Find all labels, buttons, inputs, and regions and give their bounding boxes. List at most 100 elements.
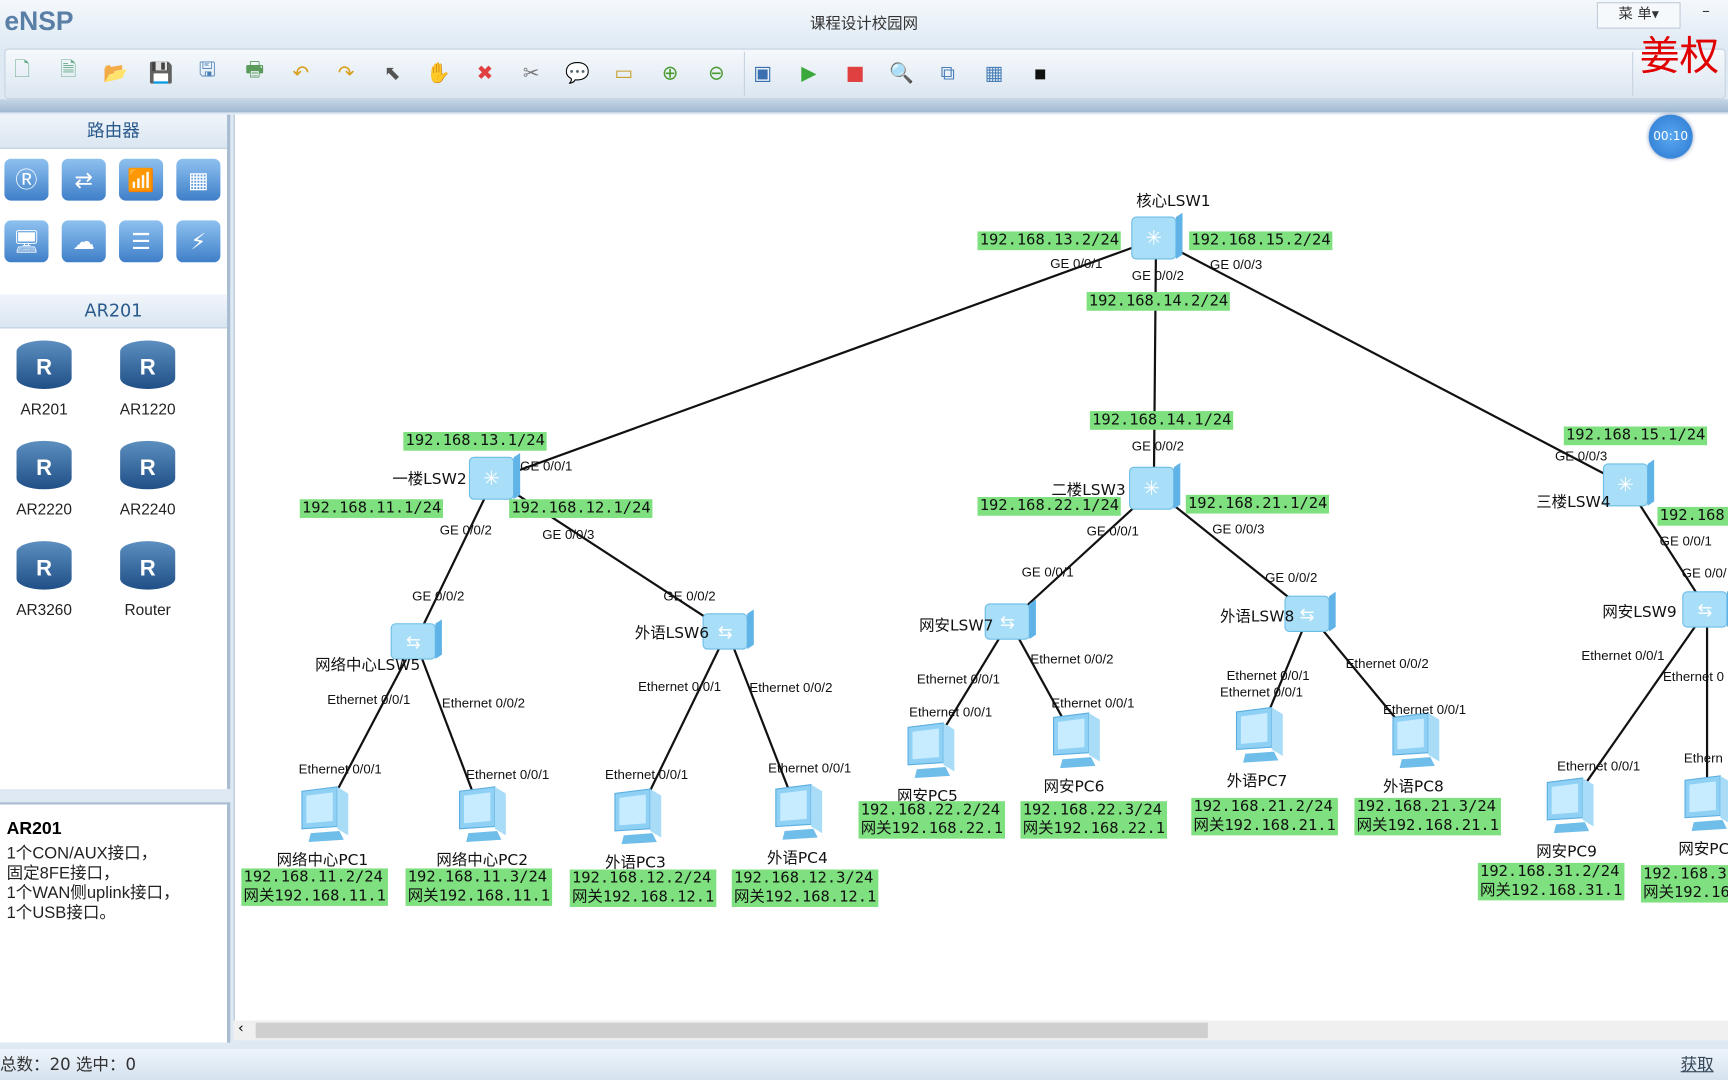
topology-icon[interactable]: ⧉ [933, 58, 962, 87]
port-label: GE 0/0/2 [439, 522, 492, 538]
router-category-icon[interactable]: Ⓡ [4, 158, 49, 201]
pc-icon[interactable] [769, 782, 826, 844]
palette-device-ar1220[interactable]: R AR1220 [104, 340, 192, 418]
capture-icon[interactable]: 🔍 [887, 58, 916, 87]
svg-text:✳: ✳ [1143, 477, 1160, 500]
port-label: Ethernet 0/0/2 [749, 679, 833, 696]
status-bar: 总数：20 选中：0 获取帮 [0, 1049, 1728, 1080]
link[interactable] [493, 238, 1157, 481]
wlan-category-icon[interactable]: 📶 [119, 158, 164, 201]
ip-address-label[interactable]: 192.168.3 网关192.16 [1640, 865, 1728, 903]
ip-address-label[interactable]: 192.168. [1657, 506, 1728, 526]
ip-address-label[interactable]: 192.168.31.2/24 网关192.168.31.1 [1477, 862, 1625, 901]
ip-address-label[interactable]: 192.168.22.2/24 网关192.168.22.1 [858, 801, 1006, 839]
fit-icon[interactable]: ▣ [748, 58, 777, 87]
zoom-in-icon[interactable]: ⊕ [656, 58, 685, 87]
delete-link-icon[interactable]: ✂ [517, 58, 546, 87]
ip-address-label[interactable]: 192.168.12.2/24 网关192.168.12.1 [569, 869, 717, 907]
ip-address-label[interactable]: 192.168.12.1/24 [509, 499, 653, 518]
select-icon[interactable]: ⬉ [378, 58, 407, 87]
new-test-icon[interactable]: 🗎 [54, 58, 83, 87]
switch-category-icon[interactable]: ⇄ [61, 158, 106, 201]
ip-address-label[interactable]: 192.168.11.3/24 网关192.168.11.1 [405, 868, 553, 906]
pc-icon[interactable] [1230, 705, 1287, 767]
port-label: GE 0/0/3 [1212, 521, 1265, 537]
palette-device-ar3260[interactable]: R AR3260 [0, 541, 88, 618]
hand-icon[interactable]: ✋ [424, 58, 453, 87]
delete-icon[interactable]: ✖ [471, 58, 500, 87]
minimize-button[interactable]: – [1684, 2, 1728, 26]
print-icon[interactable]: 🖶 [240, 58, 269, 87]
pc-icon[interactable] [295, 785, 352, 847]
new-topology-icon[interactable]: 🗋 [8, 58, 37, 87]
text-icon[interactable]: 💬 [563, 58, 592, 87]
pc-icon[interactable] [1541, 776, 1598, 838]
switch-label: 网络中心LSW5 [315, 656, 421, 675]
link-icon[interactable]: ⚡ [176, 220, 221, 263]
start-icon[interactable]: ▶ [795, 58, 824, 87]
ip-address-label[interactable]: 192.168.15.2/24 [1189, 231, 1333, 251]
pc-icon[interactable] [1678, 774, 1728, 836]
ip-address-label[interactable]: 192.168.12.3/24 网关192.168.12.1 [731, 869, 879, 907]
save-as-icon[interactable]: 🖫 [193, 58, 222, 87]
palette-device-label: Router [124, 600, 171, 619]
switch-icon[interactable]: ✳ [1127, 208, 1184, 270]
topology-canvas[interactable]: ✳ 核心LSW1 ✳ 一楼LSW2 ✳ 二楼LSW3 ✳ 三楼LSW4 ⇆ 网络中心LSW5 ⇆ 外语… [233, 114, 1728, 1021]
ip-address-label[interactable]: 192.168.21.1/24 [1185, 494, 1330, 514]
palette-device-router[interactable]: R Router [104, 541, 192, 618]
ip-address-label[interactable]: 192.168.22.1/24 [977, 497, 1122, 516]
ip-address-label[interactable]: 192.168.11.2/24 网关192.168.11.1 [241, 868, 389, 906]
ip-address-label[interactable]: 192.168.21.3/24 网关192.168.21.1 [1354, 797, 1502, 836]
status-summary: 总数：20 选中：0 [0, 1054, 136, 1075]
pc-icon[interactable] [901, 721, 958, 783]
redo-icon[interactable]: ↷ [332, 58, 361, 87]
save-icon[interactable]: 💾 [147, 58, 176, 87]
switch-icon[interactable]: ⇆ [1678, 579, 1728, 641]
other-device-icon[interactable]: ☰ [119, 220, 164, 263]
undo-icon[interactable]: ↶ [287, 58, 316, 87]
help-link[interactable]: 获取帮 [1681, 1049, 1728, 1080]
ip-address-label[interactable]: 192.168.14.2/24 [1086, 292, 1231, 311]
toolbar: 🗋 🗎 📂 💾 🖫 🖶 ↶ ↷ ⬉ ✋ ✖ ✂ 💬 ▭ ⊕ ⊖ ▣ ▶ ■ 🔍 ⧉ ▦ ▪ [4, 48, 1726, 100]
palette-device-ar2240[interactable]: R AR2240 [104, 440, 192, 518]
palette-device-label: AR3260 [16, 600, 72, 619]
switch-label: 核心LSW1 [1136, 192, 1211, 211]
palette-device-ar2220[interactable]: R AR2220 [0, 440, 88, 518]
router-icon: R [16, 541, 72, 590]
horizontal-scrollbar[interactable]: ‹ [233, 1020, 1728, 1041]
port-label: Ethernet 0/0/1 [1219, 684, 1304, 700]
pc-label: 外语PC8 [1383, 778, 1444, 796]
pc-label: 网络中心PC1 [276, 851, 369, 870]
ip-address-label[interactable]: 192.168.13.1/24 [403, 431, 548, 451]
pc-label: 外语PC4 [767, 849, 828, 868]
pc-icon[interactable] [608, 787, 665, 849]
router-icon: R [16, 340, 72, 390]
ip-address-label[interactable]: 192.168.22.3/24 网关192.168.22.1 [1020, 801, 1168, 839]
scroll-left-arrow[interactable]: ‹ [238, 1020, 244, 1037]
pc-icon[interactable] [453, 785, 510, 847]
ip-address-label[interactable]: 192.168.11.1/24 [299, 499, 444, 518]
pc-icon[interactable] [1386, 711, 1443, 773]
rectangle-icon[interactable]: ▭ [609, 58, 638, 87]
pc-category-icon[interactable]: 🖥 [4, 220, 49, 263]
palette-device-ar201[interactable]: R AR201 [0, 340, 88, 418]
port-label: GE 0/0/3 [1210, 256, 1263, 273]
ip-address-label[interactable]: 192.168.21.2/24 网关192.168.21.1 [1191, 797, 1339, 836]
ip-address-label[interactable]: 192.168.15.1/24 [1563, 426, 1708, 446]
open-icon[interactable]: 📂 [101, 58, 130, 87]
router-icon: R [120, 340, 176, 390]
zoom-out-icon[interactable]: ⊖ [702, 58, 731, 87]
terminal-icon[interactable]: ▪ [1026, 58, 1055, 87]
router-icon: R [120, 440, 176, 490]
firewall-category-icon[interactable]: ▦ [176, 158, 221, 201]
ip-address-label[interactable]: 192.168.14.1/24 [1089, 411, 1234, 430]
port-label: GE 0/0/1 [1021, 564, 1074, 580]
stop-icon[interactable]: ■ [841, 58, 870, 87]
switch-icon[interactable]: ✳ [1125, 458, 1182, 520]
scrollbar-thumb[interactable] [255, 1022, 1208, 1039]
pc-icon[interactable] [1047, 711, 1104, 773]
port-label: Ethernet 0/0/1 [1557, 758, 1641, 774]
cloud-category-icon[interactable]: ☁ [61, 220, 106, 263]
ip-address-label[interactable]: 192.168.13.2/24 [977, 231, 1122, 251]
table-icon[interactable]: ▦ [980, 58, 1009, 87]
